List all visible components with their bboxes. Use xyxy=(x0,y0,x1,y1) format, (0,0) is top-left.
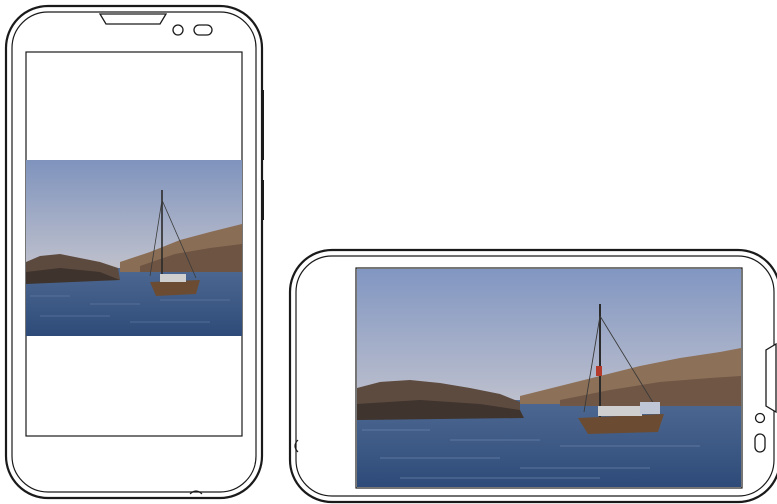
orientation-illustration xyxy=(4,4,777,504)
landscape-photo xyxy=(357,269,741,487)
portrait-power-button xyxy=(261,180,264,220)
landscape-phone xyxy=(288,248,777,504)
portrait-volume-button xyxy=(261,90,264,160)
portrait-earpiece-icon xyxy=(98,13,168,25)
portrait-photo xyxy=(26,160,242,336)
portrait-phone xyxy=(4,4,264,500)
landscape-earpiece-icon xyxy=(765,342,777,414)
